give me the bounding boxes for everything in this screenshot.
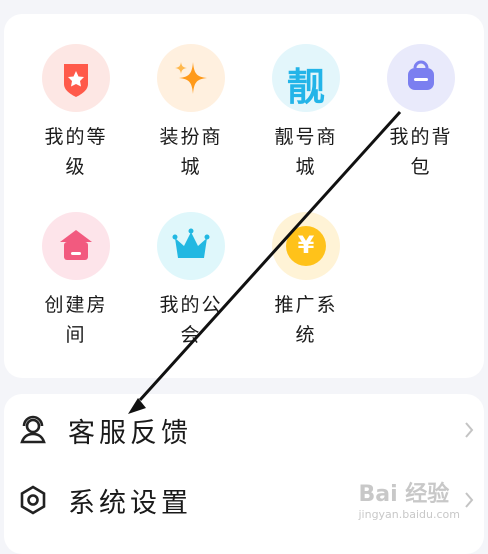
tile-create-room[interactable]: 创建房间 [26, 212, 126, 350]
tile-label: 我的公会 [159, 294, 223, 346]
shield-star-icon [64, 64, 88, 97]
tile-dress-shop[interactable]: 装扮商城 [141, 44, 241, 182]
feature-grid-card: 我的等级 装扮商城 靓 靓号商城 我的背包 创建房间 我的公会 ¥ 推广系统 [4, 14, 484, 378]
sparkle-icon [175, 62, 207, 94]
tile-my-level[interactable]: 我的等级 [26, 44, 126, 182]
hexagon-settings-icon [20, 485, 46, 515]
baidu-watermark: Bai 经验 jingyan.baidu.com [358, 476, 460, 521]
dress-shop-icon-bg [157, 44, 225, 112]
watermark-domain: jingyan.baidu.com [358, 508, 460, 521]
headset-user-icon [20, 415, 46, 444]
tile-promotion[interactable]: ¥ 推广系统 [256, 212, 356, 350]
menu-row-label: 系统设置 [68, 487, 192, 519]
menu-row-feedback[interactable]: 客服反馈 [4, 400, 484, 460]
number-shop-icon-bg: 靓 [272, 44, 340, 112]
tile-my-backpack[interactable]: 我的背包 [371, 44, 471, 182]
yen-symbol: ¥ [297, 231, 315, 259]
chevron-right-icon [465, 422, 474, 438]
backpack-icon-bg [387, 44, 455, 112]
tile-label: 装扮商城 [159, 126, 223, 178]
chevron-right-icon [465, 492, 474, 508]
house-icon [60, 230, 92, 260]
guild-icon-bg [157, 212, 225, 280]
promotion-icon-bg: ¥ [272, 212, 340, 280]
create-room-icon-bg [42, 212, 110, 280]
tile-my-guild[interactable]: 我的公会 [141, 212, 241, 350]
tile-label: 我的背包 [389, 126, 453, 178]
tile-label: 靓号商城 [274, 126, 338, 178]
backpack-icon [408, 60, 434, 90]
tile-number-shop[interactable]: 靓 靓号商城 [256, 44, 356, 182]
watermark-brand: Bai 经验 [358, 482, 450, 507]
liang-char-icon: 靓 [286, 65, 325, 109]
menu-card: 客服反馈 系统设置 [4, 394, 484, 554]
my-level-icon-bg [42, 44, 110, 112]
tile-label: 创建房间 [44, 294, 108, 346]
crown-icon [172, 228, 210, 258]
tile-label: 我的等级 [44, 126, 108, 178]
tile-label: 推广系统 [274, 294, 338, 346]
menu-row-label: 客服反馈 [68, 417, 192, 449]
